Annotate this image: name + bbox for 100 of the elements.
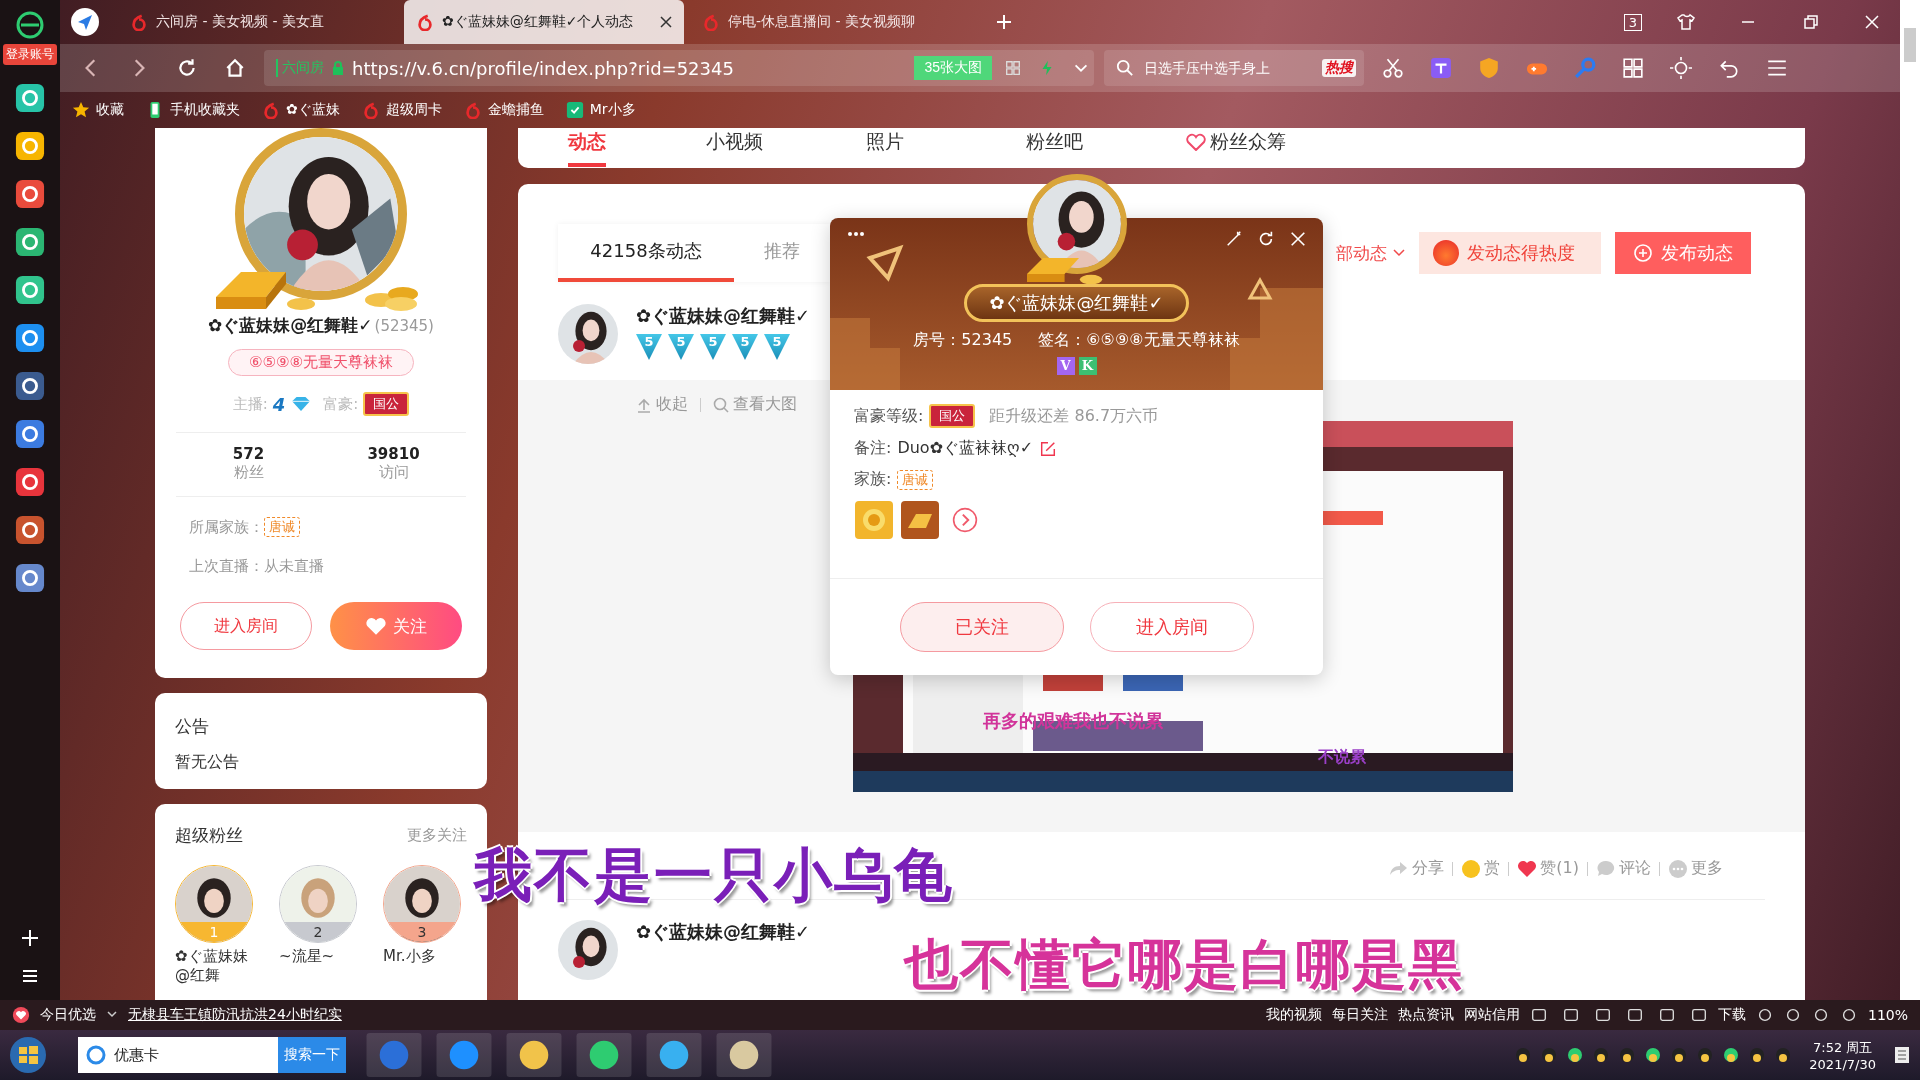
start-button[interactable] xyxy=(8,1035,48,1075)
close-icon[interactable] xyxy=(660,16,672,28)
filter-dropdown[interactable]: 部动态 xyxy=(1336,241,1405,265)
qr-code-icon[interactable] xyxy=(1004,59,1022,77)
lock-icon xyxy=(332,61,344,75)
level-badge: 5 xyxy=(764,334,790,360)
status-link[interactable]: 今日优选 xyxy=(40,1006,96,1024)
status-link[interactable]: 网站信用 xyxy=(1463,1006,1520,1024)
enter-room-button[interactable]: 进入房间 xyxy=(1089,602,1254,652)
toolbar-icon[interactable] xyxy=(1689,1006,1708,1024)
edit-icon[interactable] xyxy=(1039,439,1058,458)
app-icon[interactable] xyxy=(15,83,45,113)
download-link[interactable]: 下载 xyxy=(1717,1006,1746,1024)
bookmark[interactable]: 手机收藏夹 xyxy=(146,101,240,119)
post-author[interactable]: ✿ぐ蓝妹妹@红舞鞋✓ xyxy=(636,304,811,328)
followed-button[interactable]: 已关注 xyxy=(899,602,1064,652)
notification-icon[interactable] xyxy=(1892,1045,1912,1065)
fan-avatar[interactable]: 3 xyxy=(383,865,461,943)
scrollbar[interactable] xyxy=(1900,0,1920,1000)
status-link[interactable]: 每日关注 xyxy=(1331,1006,1388,1024)
login-button[interactable]: 登录账号 xyxy=(3,44,57,65)
app-icon[interactable] xyxy=(15,179,45,209)
search-field[interactable]: 日选手压中选手身上 热搜 xyxy=(1104,50,1364,86)
more-options-icon[interactable] xyxy=(848,232,864,236)
home-icon[interactable] xyxy=(224,57,246,79)
medal-icon xyxy=(854,500,894,540)
tab-title: ✿ぐ蓝妹妹@红舞鞋✓个人动态 xyxy=(442,13,635,31)
browser-tab[interactable]: 停电-休息直播间 - 美女视频聊 xyxy=(690,0,970,44)
app-icon[interactable] xyxy=(15,515,45,545)
reload-icon[interactable] xyxy=(176,57,198,79)
toolbar-icon[interactable] xyxy=(1625,1006,1644,1024)
bookmark[interactable]: 金蟾捕鱼 xyxy=(463,101,544,119)
scissors-icon[interactable] xyxy=(1382,57,1404,79)
rank-badge: 国公 xyxy=(363,392,410,416)
remark-label: 备注: xyxy=(854,438,892,459)
toolbar-icon[interactable] xyxy=(1529,1006,1548,1024)
bookmark[interactable]: ✿ぐ蓝妹 xyxy=(262,101,340,119)
add-icon[interactable] xyxy=(20,928,40,948)
bookmark[interactable]: 超级周卡 xyxy=(361,101,442,119)
hot-search-label[interactable]: 热搜 xyxy=(1322,59,1356,77)
app-icon[interactable] xyxy=(15,131,45,161)
feed-tab[interactable]: 42158条动态 xyxy=(558,224,734,282)
app-icon[interactable] xyxy=(15,371,45,401)
new-tab-icon[interactable] xyxy=(994,12,1014,32)
address-bar[interactable]: 六间房 https://v.6.cn/profile/index.php?rid=52345 35张大图 xyxy=(264,50,1094,86)
last-live-text: 上次直播：从未直播 xyxy=(189,557,324,576)
level-badge: 5 xyxy=(636,334,662,360)
app-icon[interactable] xyxy=(15,323,45,353)
ingot-icon xyxy=(900,500,940,540)
toolbar-icon[interactable] xyxy=(1657,1006,1676,1024)
star-icon xyxy=(72,101,90,119)
translate-icon[interactable] xyxy=(1430,57,1452,79)
fan-name[interactable]: ~流星~ xyxy=(279,947,363,966)
tab-count[interactable]: 3 xyxy=(1623,13,1642,31)
browser-logo-icon[interactable] xyxy=(15,10,45,40)
bookmark[interactable]: 收藏 xyxy=(72,101,124,119)
magic-wand-icon[interactable] xyxy=(1225,230,1243,248)
app-icon[interactable] xyxy=(15,467,45,497)
browser-tab[interactable]: ✿ぐ蓝妹妹@红舞鞋✓个人动态 xyxy=(404,0,684,44)
name-plaque: ✿ぐ蓝妹妹@红舞鞋✓ xyxy=(964,284,1189,322)
taskbar-search-field[interactable]: 优惠卡 xyxy=(78,1037,278,1073)
app-icon[interactable] xyxy=(15,275,45,305)
nav-tab[interactable]: 粉丝吧 xyxy=(1026,129,1186,167)
nav-tab[interactable]: 动态 xyxy=(568,129,606,167)
brightness-icon[interactable] xyxy=(1670,57,1692,79)
browser-logo-icon xyxy=(86,1045,106,1065)
diamond-icon xyxy=(290,396,313,412)
refresh-icon[interactable] xyxy=(1257,230,1275,248)
app-icon[interactable] xyxy=(15,227,45,257)
bookmark-label: Mr小多 xyxy=(589,101,636,119)
zoom-level[interactable]: 110% xyxy=(1867,1007,1908,1023)
shirt-icon[interactable] xyxy=(1676,12,1696,32)
grid-icon[interactable] xyxy=(1622,57,1644,79)
toolbar-icon[interactable] xyxy=(1561,1006,1580,1024)
toolbar-icon[interactable] xyxy=(1593,1006,1612,1024)
news-link[interactable]: 无棣县车王镇防汛抗洪24小时纪实 xyxy=(128,1006,342,1024)
tag-badge: V xyxy=(1056,357,1075,375)
bookmark[interactable]: Mr小多 xyxy=(565,101,636,119)
nav-tab[interactable]: 粉丝众筹 xyxy=(1186,129,1346,167)
app-icon[interactable] xyxy=(15,563,45,593)
enter-room-button[interactable]: 进入房间 xyxy=(180,602,312,650)
app-icon[interactable] xyxy=(15,419,45,449)
status-link[interactable]: 我的视频 xyxy=(1265,1006,1322,1024)
signature-bubble: ⑥⑤⑨⑧无量天尊袜袜 xyxy=(228,349,414,376)
rich-label: 富豪: xyxy=(323,394,359,414)
rich-level-label: 富豪等级: xyxy=(854,405,924,427)
room-number: 房号：52345 xyxy=(913,330,1013,351)
status-link[interactable]: 热点资讯 xyxy=(1397,1006,1454,1024)
fan-name[interactable]: Mr.小多 xyxy=(383,947,467,966)
search-button[interactable]: 搜索一下 xyxy=(278,1037,346,1073)
nav-tab[interactable]: 小视频 xyxy=(706,129,866,167)
clock[interactable]: 7:52 周五 2021/7/30 xyxy=(1809,1038,1876,1072)
stat-value: 572 xyxy=(232,445,265,463)
nav-tab[interactable]: 照片 xyxy=(866,129,1026,167)
fan-avatar[interactable]: 2 xyxy=(279,865,357,943)
search-value: 优惠卡 xyxy=(114,1045,159,1065)
signature-text: 签名：⑥⑤⑨⑧无量天尊袜袜 xyxy=(1038,330,1240,351)
post-author[interactable]: ✿ぐ蓝妹妹@红舞鞋✓ xyxy=(636,920,811,944)
browser-tab[interactable]: 六间房 - 美女视频 - 美女直 xyxy=(118,0,398,44)
fan-name[interactable]: ✿ぐ蓝妹妹@红舞 xyxy=(175,947,259,985)
